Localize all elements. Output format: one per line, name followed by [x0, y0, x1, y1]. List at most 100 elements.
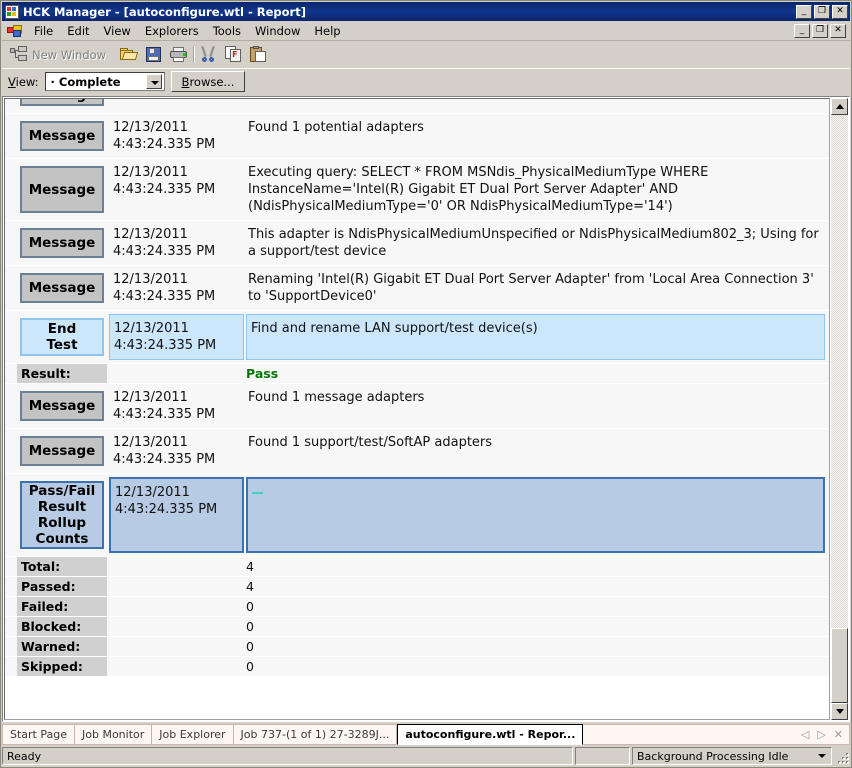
- save-icon[interactable]: [145, 46, 163, 63]
- tab-job-monitor[interactable]: Job Monitor: [75, 725, 153, 744]
- tab-job-explorer[interactable]: Job Explorer: [152, 725, 234, 744]
- menu-window[interactable]: Window: [248, 21, 307, 41]
- close-button[interactable]: ✕: [832, 4, 848, 19]
- table-row[interactable]: Message 12/13/2011 4:43:24.335 PM Found 1 …: [5, 429, 829, 474]
- tab-scroll-left-icon[interactable]: ◁: [801, 729, 809, 740]
- menu-explorers[interactable]: Explorers: [138, 21, 206, 41]
- menu-edit[interactable]: Edit: [60, 21, 96, 41]
- count-value: 0: [246, 659, 254, 674]
- menu-view[interactable]: View: [97, 21, 138, 41]
- count-spacer: [107, 557, 242, 576]
- row-kind-badge: Message: [20, 436, 104, 466]
- row-timestamp-cell: 12/13/2011 4:43:24.335 PM: [113, 165, 216, 197]
- table-row[interactable]: Message 12/13/2011 4:43:24.335 PM Found 1 …: [5, 384, 829, 429]
- maximize-button[interactable]: ❐: [814, 4, 830, 19]
- row-timestamp-cell: 12/13/2011 4:43:24.335 PM: [113, 435, 216, 467]
- tab-strip-filler: [583, 725, 794, 744]
- row-timestamp-cell: 12/13/2011 4:43:24.335 PM: [113, 120, 216, 152]
- document-tab-strip: Start Page Job Monitor Job Explorer Job …: [2, 724, 850, 745]
- table-row[interactable]: Message 12/13/2011 4:43:24.335 PM Renaming…: [5, 266, 829, 311]
- scroll-up-button[interactable]: [831, 98, 848, 115]
- count-row: Total: 4: [5, 557, 829, 577]
- status-spacer-panel: [575, 747, 630, 765]
- menu-bar: File Edit View Explorers Tools Window He…: [2, 21, 850, 41]
- resize-grip-icon[interactable]: [834, 747, 850, 765]
- child-restore-glyph: ❐: [815, 25, 825, 35]
- row-message-cell: This adapter is NdisPhysicalMediumUnspec…: [248, 227, 819, 259]
- close-glyph: ✕: [836, 6, 844, 16]
- browse-button[interactable]: Browse...: [170, 71, 246, 92]
- count-row: Blocked: 0: [5, 617, 829, 637]
- new-window-label: New Window: [32, 47, 107, 62]
- table-row[interactable]: Message NetEnabled='TRUE' AND NOT NetConn…: [5, 99, 829, 114]
- chevron-down-icon[interactable]: [145, 74, 162, 89]
- copy-icon[interactable]: F: [225, 46, 243, 63]
- table-row[interactable]: End Test 12/13/2011 4:43:24.335 PM Find an…: [5, 311, 829, 364]
- child-minimize-button[interactable]: _: [794, 23, 810, 38]
- count-value: 0: [246, 639, 254, 654]
- tab-close-icon[interactable]: ✕: [834, 729, 843, 740]
- row-kind-badge: Message: [20, 391, 104, 421]
- row-kind-cell: Message: [17, 387, 107, 425]
- background-processing-value: Background Processing Idle: [637, 749, 789, 763]
- view-label-accel: V: [8, 74, 16, 89]
- tab-autoconfigure-report[interactable]: autoconfigure.wtl - Repor...: [397, 724, 584, 745]
- count-spacer: [107, 617, 242, 636]
- new-window-button[interactable]: New Window: [6, 45, 110, 64]
- menu-file[interactable]: File: [27, 21, 60, 41]
- row-message-cell: Find and rename LAN support/test device(…: [246, 314, 825, 360]
- child-close-button[interactable]: ✕: [830, 23, 846, 38]
- count-value: 4: [246, 579, 254, 594]
- browse-rest: rowse...: [189, 74, 235, 89]
- count-spacer: [107, 637, 242, 656]
- cut-icon[interactable]: [200, 45, 218, 63]
- row-kind-cell: End Test: [17, 314, 107, 360]
- table-row[interactable]: Message 12/13/2011 4:43:24.335 PM Found 1 …: [5, 114, 829, 159]
- browse-accel: B: [181, 74, 190, 89]
- tab-job-737[interactable]: Job 737-(1 of 1) 27-3289J...: [234, 725, 398, 744]
- count-label: Failed:: [17, 597, 107, 616]
- row-timestamp-cell: 12/13/2011 4:43:24.335 PM: [109, 314, 244, 360]
- child-minimize-glyph: _: [799, 25, 805, 35]
- view-bar: View: · Complete Browse...: [2, 68, 850, 94]
- paste-icon[interactable]: [250, 46, 268, 63]
- scroll-track[interactable]: [831, 115, 848, 703]
- menu-help[interactable]: Help: [307, 21, 347, 41]
- scroll-down-button[interactable]: [831, 703, 848, 720]
- minimize-glyph: _: [801, 6, 807, 16]
- count-label: Passed:: [17, 577, 107, 596]
- tab-scroll-right-icon[interactable]: ▷: [817, 729, 825, 740]
- row-kind-cell: Message: [17, 117, 107, 155]
- row-timestamp-cell: [109, 99, 244, 113]
- chevron-down-icon[interactable]: [818, 754, 826, 758]
- table-row[interactable]: Message 12/13/2011 4:43:24.335 PM This ada…: [5, 221, 829, 266]
- count-spacer: [107, 657, 242, 676]
- row-timestamp-cell: 12/13/2011 4:43:24.335 PM: [113, 227, 216, 259]
- menu-tools[interactable]: Tools: [206, 21, 248, 41]
- row-message-cell: Renaming 'Intel(R) Gigabit ET Dual Port …: [248, 272, 814, 304]
- row-kind-badge: Message: [20, 121, 104, 151]
- scroll-thumb[interactable]: [831, 628, 848, 703]
- open-icon[interactable]: [120, 46, 139, 63]
- background-processing-select[interactable]: Background Processing Idle: [632, 747, 832, 765]
- table-row[interactable]: Message 12/13/2011 4:43:24.335 PM Executin…: [5, 159, 829, 221]
- report-scroll-area[interactable]: Message NetEnabled='TRUE' AND NOT NetConn…: [4, 98, 830, 720]
- row-timestamp-cell: 12/13/2011 4:43:24.335 PM: [113, 272, 216, 304]
- count-spacer: [107, 597, 242, 616]
- mdi-document-icon[interactable]: [7, 24, 22, 38]
- main-toolbar: New Window F: [2, 42, 850, 67]
- result-label: Result:: [17, 364, 107, 383]
- child-restore-button[interactable]: ❐: [812, 23, 828, 38]
- report-vertical-scrollbar[interactable]: [831, 98, 848, 720]
- minimize-button[interactable]: _: [796, 4, 812, 19]
- report-pane: Message NetEnabled='TRUE' AND NOT NetConn…: [2, 96, 850, 722]
- row-message-cell: Found 1 message adapters: [248, 390, 425, 405]
- window-controls: _ ❐ ✕: [796, 4, 848, 19]
- print-icon[interactable]: [170, 46, 188, 63]
- count-row: Failed: 0: [5, 597, 829, 617]
- table-row[interactable]: Pass/Fail Result Rollup Counts 12/13/2011…: [5, 474, 829, 557]
- view-select[interactable]: · Complete: [44, 72, 165, 91]
- row-message-cell: Executing query: SELECT * FROM MSNdis_Ph…: [248, 165, 709, 214]
- tab-start-page[interactable]: Start Page: [3, 725, 75, 744]
- count-row: Passed: 4: [5, 577, 829, 597]
